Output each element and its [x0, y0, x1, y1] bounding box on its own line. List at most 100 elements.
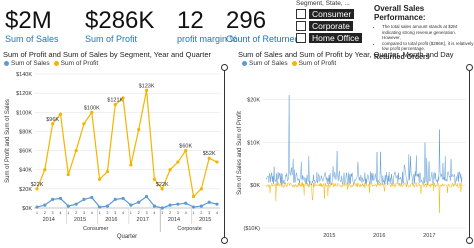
summary-title: Overall Sales Performance: [374, 4, 426, 22]
data-point [168, 203, 172, 207]
slicer-item-label: Consumer [309, 8, 355, 19]
data-label: $52K [203, 151, 216, 157]
summary-bullets: The total sales amount stands at $2M ind… [374, 24, 474, 52]
data-point [82, 122, 86, 126]
left-chart-scrollbar[interactable] [221, 64, 228, 244]
data-label: $123K [139, 83, 155, 89]
right-chart-scrollbar[interactable] [466, 64, 473, 244]
data-point [74, 148, 78, 153]
left-chart-title: Sum of Profit and Sum of Sales by Segmen… [3, 50, 212, 59]
kpi-returned-count: 296 Count of Returned [226, 7, 300, 45]
quarter-tick-label: 1 [161, 211, 163, 215]
data-point [43, 168, 47, 172]
y-tick-label: ($10K) [243, 226, 260, 232]
slicer-item-home-office[interactable]: Home Office [296, 32, 368, 43]
data-point [74, 202, 78, 206]
data-point [43, 203, 47, 207]
quarter-tick-label: 4 [185, 211, 187, 215]
kpi-value: $2M [5, 7, 52, 34]
segment-slicer: Segment, State, ... Consumer Corporate H… [296, 0, 368, 52]
quarter-tick-label: 3 [208, 211, 210, 215]
y-tick-label: $0K [250, 183, 260, 189]
data-point [113, 197, 117, 201]
scrollbar-handle-top[interactable] [466, 64, 473, 71]
data-label: $96K [46, 117, 59, 123]
year-label: 2016 [105, 217, 117, 223]
kpi-label: Sum of Sales [5, 34, 59, 44]
quarter-tick-label: 4 [153, 211, 155, 215]
data-point [215, 202, 219, 206]
data-point [152, 177, 156, 181]
quarter-tick-label: 4 [60, 211, 62, 215]
quarter-tick-label: 2 [75, 211, 77, 215]
data-point [184, 201, 188, 205]
y-tick-label: $120K [16, 91, 32, 97]
data-point [207, 200, 211, 204]
data-point [168, 168, 172, 172]
data-point [137, 127, 141, 132]
segment-year-quarter-chart: $0K$20K$40K$60K$80K$100K$120K$140KSum of… [5, 72, 220, 240]
year-label: 2017 [137, 217, 149, 223]
y-tick-label: $10K [247, 140, 260, 146]
slicer-item-label: Home Office [309, 32, 363, 43]
y-tick-label: $40K [19, 168, 32, 174]
data-point [98, 205, 102, 209]
quarter-tick-label: 3 [146, 211, 148, 215]
data-point [129, 163, 133, 167]
data-point [66, 172, 70, 177]
series-line [265, 181, 463, 214]
data-point [58, 112, 63, 116]
y-tick-label: $80K [19, 129, 32, 135]
right-chart-title: Sum of Sales and Sum of Profit by Year, … [238, 50, 454, 59]
year-label: 2015 [199, 217, 211, 223]
data-point [129, 203, 133, 207]
x-tick-label: 2017 [423, 233, 435, 239]
data-point [191, 205, 196, 209]
summary-bullet: The total sales amount stands at $2M ind… [382, 24, 474, 41]
daily-sales-profit-chart: ($10K) $0K $10K $20K Sum of Sales and Sum of… [237, 95, 466, 239]
data-point [152, 204, 156, 208]
summary-panel: Overall Sales Performance: The total sal… [374, 0, 474, 61]
data-point [90, 195, 94, 200]
series-line [36, 195, 218, 209]
quarter-tick-label: 1 [67, 211, 69, 215]
quarter-tick-label: 2 [200, 211, 202, 215]
scrollbar-handle-bottom[interactable] [466, 237, 473, 244]
data-point [82, 197, 86, 201]
y-axis-title: Sum of Sales and Sum of Profit [237, 111, 243, 195]
x-tick-label: 2016 [373, 233, 385, 239]
checkbox[interactable] [296, 20, 306, 31]
data-point [215, 160, 219, 164]
checkbox[interactable] [296, 32, 306, 43]
quarter-tick-label: 1 [99, 211, 101, 215]
quarter-tick-label: 2 [44, 211, 46, 215]
data-point [121, 196, 125, 201]
scrollbar-handle-top[interactable] [221, 64, 228, 71]
checkbox[interactable] [296, 8, 306, 19]
scrollbar-handle-bottom[interactable] [221, 237, 228, 244]
y-tick-label: $60K [19, 149, 32, 155]
data-point [66, 204, 70, 208]
quarter-tick-label: 3 [52, 211, 54, 215]
x-tick-label: 2015 [323, 233, 335, 239]
y-tick-label: $20K [247, 97, 260, 103]
quarter-tick-label: 1 [130, 211, 132, 215]
quarter-tick-label: 4 [216, 211, 218, 215]
quarter-tick-label: 3 [177, 211, 179, 215]
kpi-value: 296 [226, 7, 267, 34]
y-tick-label: $140K [16, 72, 32, 78]
data-point [58, 196, 63, 201]
data-label: $100K [84, 105, 100, 111]
quarter-tick-label: 3 [83, 211, 85, 215]
slicer-item-corporate[interactable]: Corporate [296, 20, 368, 31]
kpi-label: Count of Returned [226, 34, 300, 44]
quarter-tick-label: 3 [114, 211, 116, 215]
x-axis-title: Quarter [117, 234, 137, 240]
data-point [98, 177, 102, 181]
slicer-item-label: Corporate [309, 20, 353, 31]
quarter-tick-label: 2 [169, 211, 171, 215]
slicer-item-consumer[interactable]: Consumer [296, 8, 368, 19]
kpi-label: Sum of Profit [85, 34, 138, 44]
year-label: 2014 [43, 217, 55, 223]
segment-label: Consumer [83, 226, 109, 232]
